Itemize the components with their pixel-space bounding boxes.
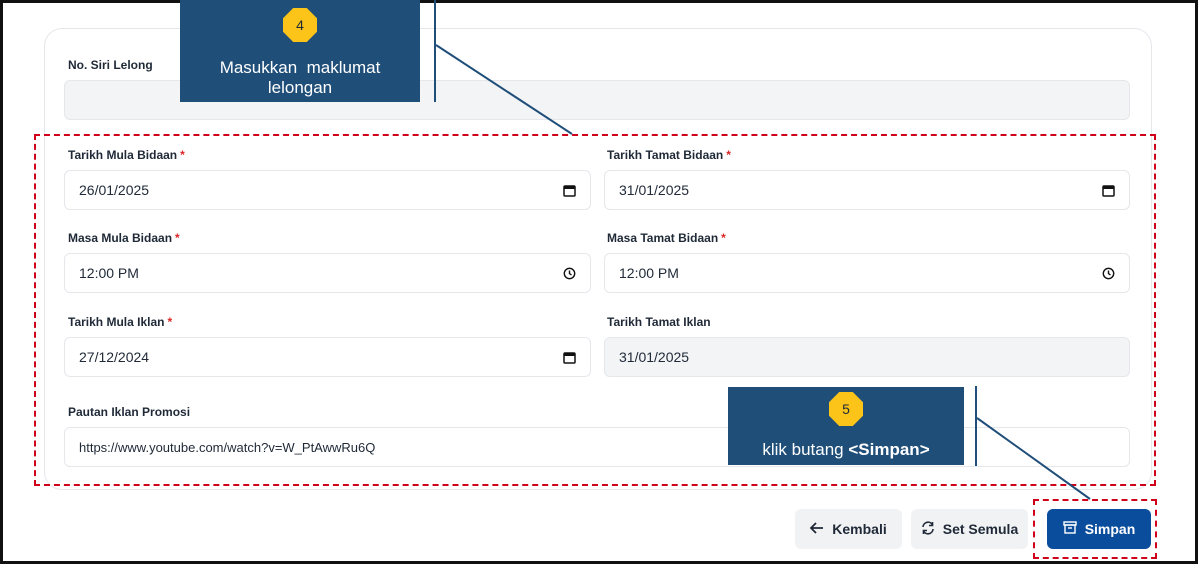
- set-semula-button[interactable]: Set Semula: [911, 509, 1028, 549]
- step-4-badge: 4: [283, 8, 317, 42]
- refresh-icon: [921, 520, 935, 538]
- callout-line-5: [975, 386, 977, 466]
- callout-5-text: klik butang <Simpan>: [762, 440, 930, 459]
- arrow-left-icon: [809, 521, 824, 537]
- callout-line-4: [434, 0, 436, 102]
- form-highlight-box: [34, 134, 1156, 486]
- label-no-siri: No. Siri Lelong: [68, 58, 153, 72]
- archive-icon: [1063, 521, 1077, 537]
- kembali-button[interactable]: Kembali: [795, 509, 902, 549]
- callout-4-text: Masukkan maklumat lelongan: [219, 58, 381, 97]
- simpan-button[interactable]: Simpan: [1047, 509, 1151, 549]
